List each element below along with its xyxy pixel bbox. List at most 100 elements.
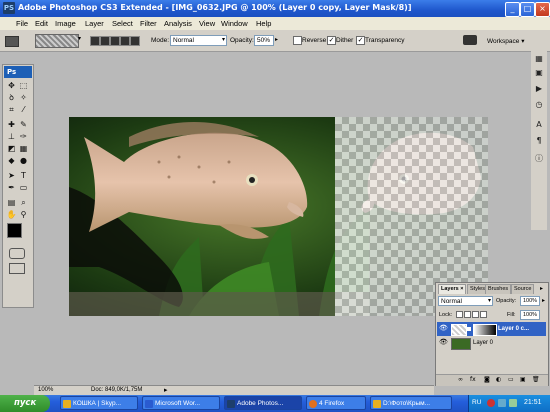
lock-transparent-icon[interactable] bbox=[456, 311, 463, 318]
eraser-tool-icon[interactable]: ◩ bbox=[6, 144, 17, 153]
quick-mask-icon[interactable] bbox=[9, 248, 25, 259]
task-folder[interactable]: D:\Фото\Крым... bbox=[370, 396, 452, 410]
menu-file[interactable]: File bbox=[16, 19, 28, 28]
dodge-tool-icon[interactable]: ● bbox=[18, 156, 29, 165]
start-button[interactable]: пуск bbox=[0, 395, 50, 412]
magic-wand-tool-icon[interactable]: ✧ bbox=[18, 93, 29, 102]
shape-tool-icon[interactable]: ▭ bbox=[18, 183, 29, 192]
add-mask-icon[interactable]: ◙ bbox=[484, 376, 490, 383]
reverse-checkbox[interactable] bbox=[293, 36, 302, 45]
zoom-level[interactable]: 100% bbox=[38, 387, 53, 393]
clone-stamp-tool-icon[interactable]: ⊥ bbox=[6, 132, 17, 141]
link-icon[interactable] bbox=[467, 327, 471, 331]
tray-icon[interactable] bbox=[487, 399, 495, 407]
tab-brushes[interactable]: Brushes bbox=[485, 284, 512, 294]
menu-layer[interactable]: Layer bbox=[85, 19, 104, 28]
layer-row-selected[interactable]: 👁 Layer 0 c... bbox=[437, 322, 546, 336]
zoom-tool-icon[interactable]: ⚲ bbox=[18, 210, 29, 219]
screen-mode-icon[interactable] bbox=[9, 263, 25, 274]
task-firefox[interactable]: 4 Firefox bbox=[306, 396, 366, 410]
history-brush-tool-icon[interactable]: ✑ bbox=[18, 132, 29, 141]
maximize-icon[interactable]: □ bbox=[520, 2, 535, 17]
network-icon[interactable] bbox=[498, 399, 506, 407]
angle-gradient-icon[interactable] bbox=[110, 36, 120, 46]
gradient-picker[interactable] bbox=[35, 34, 79, 48]
tab-layers[interactable]: Layers × bbox=[438, 284, 467, 294]
opacity-field[interactable]: 50% bbox=[254, 35, 274, 46]
eyedropper-tool-icon[interactable]: ⌕ bbox=[18, 198, 29, 207]
menu-image[interactable]: Image bbox=[55, 19, 76, 28]
eyedropper-tool-icon[interactable]: ⁄ bbox=[18, 105, 29, 114]
pen-tool-icon[interactable]: ✒ bbox=[6, 183, 17, 192]
type-tool-icon[interactable]: T bbox=[18, 171, 29, 180]
panel-menu-icon[interactable]: ▸ bbox=[540, 285, 543, 292]
new-layer-icon[interactable]: ▣ bbox=[520, 376, 526, 383]
workspace-menu[interactable]: Workspace ▾ bbox=[487, 37, 524, 45]
tool-presets-icon[interactable] bbox=[463, 35, 477, 45]
info-icon[interactable]: ⓘ bbox=[534, 154, 544, 164]
document-canvas[interactable] bbox=[69, 117, 488, 316]
menu-filter[interactable]: Filter bbox=[140, 19, 157, 28]
reflected-gradient-icon[interactable] bbox=[120, 36, 130, 46]
eye-icon[interactable]: 👁 bbox=[439, 325, 448, 333]
chevron-right-icon[interactable]: ▸ bbox=[275, 36, 278, 43]
blend-mode-select[interactable]: Normal ▾ bbox=[438, 296, 493, 306]
linear-gradient-icon[interactable] bbox=[90, 36, 100, 46]
trash-icon[interactable]: 🗑 bbox=[532, 376, 540, 383]
task-skype[interactable]: КОШКА | Skyp... bbox=[60, 396, 138, 410]
menu-help[interactable]: Help bbox=[256, 19, 271, 28]
marquee-tool-icon[interactable]: ⬚ bbox=[18, 81, 29, 90]
layer-mask-thumbnail[interactable] bbox=[473, 324, 497, 336]
paragraph-icon[interactable]: ¶ bbox=[534, 136, 544, 146]
eye-icon[interactable]: 👁 bbox=[439, 339, 448, 347]
lock-pixels-icon[interactable] bbox=[464, 311, 471, 318]
move-tool-icon[interactable]: ✥ bbox=[6, 81, 17, 90]
foreground-color-swatch[interactable] bbox=[7, 223, 22, 238]
gradient-tool-icon[interactable] bbox=[5, 36, 19, 47]
blur-tool-icon[interactable]: ◆ bbox=[6, 156, 17, 165]
radial-gradient-icon[interactable] bbox=[100, 36, 110, 46]
task-word[interactable]: Microsoft Wor... bbox=[142, 396, 220, 410]
layer-row[interactable]: 👁 Layer 0 bbox=[437, 336, 546, 350]
notes-tool-icon[interactable]: ▤ bbox=[6, 198, 17, 207]
lock-all-icon[interactable] bbox=[480, 311, 487, 318]
menu-analysis[interactable]: Analysis bbox=[164, 19, 192, 28]
chevron-right-icon[interactable]: ▸ bbox=[542, 297, 545, 304]
menu-edit[interactable]: Edit bbox=[35, 19, 48, 28]
gradient-tool-icon[interactable]: ▦ bbox=[18, 144, 29, 153]
lasso-tool-icon[interactable]: ꝺ bbox=[6, 93, 17, 102]
fx-icon[interactable]: fx bbox=[470, 376, 476, 383]
layer-opacity-field[interactable]: 100% bbox=[520, 296, 540, 306]
window-title: Adobe Photoshop CS3 Extended - [IMG_0632… bbox=[18, 3, 412, 12]
crop-tool-icon[interactable]: ⌗ bbox=[6, 105, 17, 114]
chevron-down-icon[interactable]: ▾ bbox=[78, 35, 81, 42]
history-icon[interactable]: ◷ bbox=[534, 100, 544, 110]
tab-source[interactable]: Source bbox=[511, 284, 535, 294]
new-group-icon[interactable]: ▭ bbox=[508, 376, 514, 383]
diamond-gradient-icon[interactable] bbox=[130, 36, 140, 46]
close-icon[interactable]: × bbox=[535, 2, 550, 17]
menu-view[interactable]: View bbox=[199, 19, 215, 28]
character-icon[interactable]: A bbox=[534, 120, 544, 130]
link-layers-icon[interactable]: ∞ bbox=[458, 376, 463, 383]
chevron-right-icon[interactable]: ▸ bbox=[164, 386, 168, 394]
lock-position-icon[interactable] bbox=[472, 311, 479, 318]
path-selection-tool-icon[interactable]: ➤ bbox=[6, 171, 17, 180]
menu-window[interactable]: Window bbox=[221, 19, 248, 28]
actions-icon[interactable]: ▶ bbox=[534, 84, 544, 94]
navigator-icon[interactable]: ▦ bbox=[534, 54, 544, 64]
adjustment-layer-icon[interactable]: ◐ bbox=[496, 376, 501, 383]
swatches-icon[interactable]: ▣ bbox=[534, 68, 544, 78]
dither-checkbox[interactable]: ✓ bbox=[327, 36, 336, 45]
language-indicator[interactable]: RU bbox=[472, 399, 481, 406]
brush-tool-icon[interactable]: ✎ bbox=[18, 120, 29, 129]
hand-tool-icon[interactable]: ✋ bbox=[6, 210, 17, 219]
menu-select[interactable]: Select bbox=[112, 19, 133, 28]
fill-field[interactable]: 100% bbox=[520, 310, 540, 320]
mode-select[interactable]: Normal ▾ bbox=[170, 35, 227, 46]
minimize-icon[interactable]: _ bbox=[505, 2, 520, 17]
transparency-checkbox[interactable]: ✓ bbox=[356, 36, 365, 45]
task-photoshop[interactable]: Adobe Photos... bbox=[224, 396, 302, 410]
speaker-icon[interactable] bbox=[509, 399, 517, 407]
healing-brush-tool-icon[interactable]: ✚ bbox=[6, 120, 17, 129]
